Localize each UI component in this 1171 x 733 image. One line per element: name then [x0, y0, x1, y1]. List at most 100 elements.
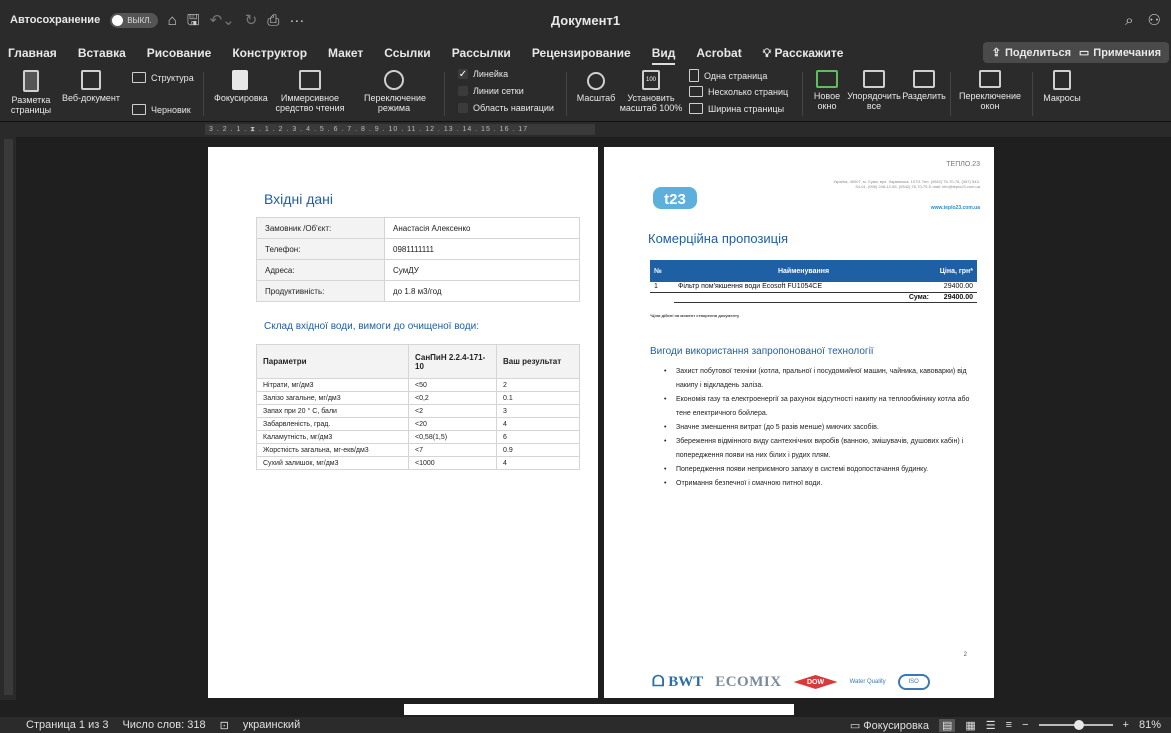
tell-me-search[interactable]: 💡︎ Расскажите: [763, 46, 844, 61]
multi-page-icon: [689, 86, 703, 97]
document-canvas[interactable]: Вхідні дані Замовник /Об'єкт: Анастасія А…: [16, 137, 1171, 700]
page-width-button[interactable]: Ширина страницы: [689, 103, 784, 114]
zoom-in-icon[interactable]: +: [1123, 719, 1129, 731]
switch-windows-label: Переключение окон: [958, 91, 1022, 111]
sum-label: Сума:: [674, 292, 933, 303]
new-window-button[interactable]: Новое окно: [810, 70, 844, 111]
focus-button[interactable]: Фокусировка: [214, 70, 268, 103]
ruler-checkbox[interactable]: ✓ Линейка: [458, 68, 508, 80]
web-layout-view-icon[interactable]: ▦: [965, 719, 975, 732]
table-cell: Запах при 20 ° С, бали: [256, 404, 409, 418]
word-count[interactable]: Число слов: 318: [122, 719, 205, 731]
outline-button[interactable]: Структура: [132, 72, 194, 83]
vertical-ruler[interactable]: [0, 137, 16, 700]
undo-icon[interactable]: ↶⌄: [210, 13, 235, 28]
table-row: Адреса: СумДУ: [256, 259, 580, 281]
column-header: №: [650, 260, 674, 282]
share-people-icon[interactable]: ⚇: [1148, 13, 1161, 28]
split-label: Разделить: [902, 91, 946, 101]
focus-mode-button[interactable]: ▭ Фокусировка: [850, 719, 929, 732]
column-header: Ціна, грн*: [933, 260, 977, 282]
table-row: Запах при 20 ° С, бали <2 3: [256, 404, 580, 418]
immersive-reader-button[interactable]: Иммерсивное средство чтения: [270, 70, 350, 113]
gridlines-checkbox[interactable]: Линии сетки: [458, 86, 524, 96]
zoom-100-button[interactable]: 100 Установить масштаб 100%: [618, 70, 684, 113]
outline-view-icon[interactable]: ☰: [986, 719, 996, 732]
tab-view[interactable]: Вид: [651, 46, 675, 65]
info-value: 0981111111: [384, 238, 580, 260]
arrange-all-button[interactable]: Упорядочить все: [846, 70, 902, 111]
tab-design[interactable]: Конструктор: [232, 46, 307, 60]
more-icon[interactable]: ···: [289, 13, 304, 28]
info-key: Адреса:: [256, 259, 385, 281]
horizontal-scrollbar[interactable]: [404, 704, 794, 715]
table-cell: <2: [408, 404, 497, 418]
ribbon-separator: [203, 72, 204, 116]
table-cell: 6: [496, 430, 580, 444]
table-cell: Жорсткість загальна, мг-екв/дм3: [256, 443, 409, 457]
zoom-button[interactable]: Масштаб: [574, 70, 618, 103]
switch-windows-button[interactable]: Переключение окон: [954, 70, 1026, 111]
table-row: Сухий залишок, мг/дм3 <1000 4: [256, 456, 580, 470]
ribbon-view: Разметка страницы Веб-документ Структура…: [0, 66, 1171, 122]
table-cell: Сухий залишок, мг/дм3: [256, 456, 409, 470]
comments-button[interactable]: ▭ Примечания: [1070, 42, 1169, 63]
horizontal-ruler[interactable]: 3 . 2 . 1 . ⧗ . 1 . 2 . 3 . 4 . 5 . 6 . …: [0, 122, 1171, 137]
tab-draw[interactable]: Рисование: [147, 46, 212, 60]
tab-home[interactable]: Главная: [8, 46, 57, 60]
ribbon-separator: [1032, 72, 1033, 116]
tab-mailings[interactable]: Рассылки: [452, 46, 511, 60]
document-page-2[interactable]: ТЕПЛО.23 t23 Україна, 40007, м. Суми, ву…: [604, 147, 994, 698]
split-button[interactable]: Разделить: [902, 70, 946, 101]
zoom-slider[interactable]: [1038, 720, 1113, 730]
share-button[interactable]: ⇪ Поделиться: [982, 42, 1080, 63]
tab-review[interactable]: Рецензирование: [532, 46, 631, 60]
nav-pane-checkbox[interactable]: Область навигации: [458, 103, 554, 113]
proofing-icon[interactable]: ⊡: [220, 719, 229, 732]
page-counter[interactable]: Страница 1 из 3: [26, 719, 108, 731]
print-layout-button[interactable]: Разметка страницы: [2, 70, 60, 115]
ribbon-separator: [566, 72, 567, 116]
share-icon: ⇪: [991, 47, 1001, 59]
ruler-scale: [4, 139, 13, 695]
table-cell: Фільтр пом'якшення води Ecosoft FU1054CE: [674, 282, 933, 293]
zoom-slider-thumb[interactable]: [1073, 720, 1084, 730]
tab-acrobat[interactable]: Acrobat: [696, 46, 741, 60]
toggle-knob: [112, 14, 124, 26]
autosave-state: ВЫКЛ.: [127, 15, 152, 25]
tab-layout[interactable]: Макет: [328, 46, 363, 60]
autosave-toggle[interactable]: ВЫКЛ.: [110, 12, 158, 28]
tab-insert[interactable]: Вставка: [78, 46, 126, 60]
checkmark-icon: ✓: [458, 68, 468, 80]
table-cell: Нітрати, мг/дм3: [256, 378, 409, 392]
page-width-label: Ширина страницы: [708, 103, 785, 114]
ribbon-tabs: Главная Вставка Рисование Конструктор Ма…: [0, 40, 1171, 66]
search-icon[interactable]: ⌕: [1125, 13, 1133, 28]
save-icon[interactable]: 🖫: [187, 13, 200, 28]
table-row: Забарвленість, град. <20 4: [256, 417, 580, 431]
ecomix-logo: ECOMIX: [715, 673, 782, 690]
zoom-out-icon[interactable]: −: [1022, 719, 1028, 731]
zoom-percent[interactable]: 81%: [1139, 719, 1161, 731]
multi-page-button[interactable]: Несколько страниц: [689, 86, 788, 97]
checkbox-empty-icon: [458, 103, 468, 113]
macros-label: Макросы: [1043, 93, 1081, 103]
macros-button[interactable]: Макросы: [1040, 70, 1084, 103]
switch-mode-button[interactable]: Переключение режима: [364, 70, 426, 113]
print-layout-view-icon[interactable]: ▤: [938, 718, 956, 732]
offer-table: № Найменування Ціна, грн* 1 Фільтр пом'я…: [650, 260, 977, 303]
language-label[interactable]: украинский: [243, 719, 300, 731]
table-header: Параметри СанПиН 2.2.4-171-10 Ваш резуль…: [256, 344, 580, 379]
document-page-1[interactable]: Вхідні дані Замовник /Об'єкт: Анастасія А…: [208, 147, 598, 698]
title-bar: Автосохранение ВЫКЛ. ⌂ 🖫 ↶⌄ ↻ ⎙ ··· Доку…: [0, 0, 1171, 40]
home-icon[interactable]: ⌂: [168, 13, 177, 28]
water-params-table: Параметри СанПиН 2.2.4-171-10 Ваш резуль…: [256, 344, 580, 470]
print-icon[interactable]: ⎙: [267, 13, 279, 28]
one-page-button[interactable]: Одна страница: [689, 69, 767, 82]
web-layout-button[interactable]: Веб-документ: [60, 70, 122, 103]
tab-references[interactable]: Ссылки: [384, 46, 430, 60]
draft-view-icon[interactable]: ≡: [1006, 719, 1012, 731]
draft-button[interactable]: Черновик: [132, 104, 191, 115]
redo-icon[interactable]: ↻: [245, 13, 258, 28]
column-header: СанПиН 2.2.4-171-10: [408, 344, 497, 379]
